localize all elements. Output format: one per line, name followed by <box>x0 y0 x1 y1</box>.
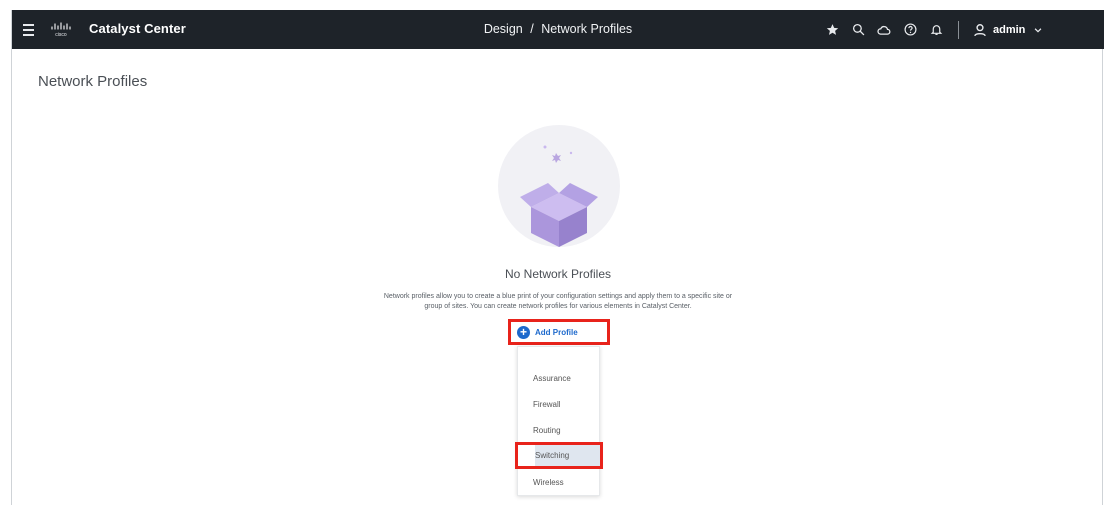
header-divider <box>958 20 959 39</box>
plus-icon: + <box>517 325 530 339</box>
chevron-down-icon <box>1035 27 1042 33</box>
user-name: admin <box>993 23 1026 36</box>
menu-item-switching[interactable]: Switching <box>515 442 603 469</box>
top-navigation-bar: cisco Catalyst Center Design / Network P… <box>12 10 1104 49</box>
menu-item-routing[interactable]: Routing <box>518 423 601 439</box>
menu-item-assurance[interactable]: Assurance <box>518 371 601 387</box>
breadcrumb-separator: / <box>530 22 534 36</box>
add-profile-label: Add Profile <box>535 327 578 337</box>
page-title: Network Profiles <box>38 73 148 90</box>
empty-box-illustration <box>498 125 620 247</box>
star-icon[interactable] <box>824 22 840 38</box>
user-menu[interactable]: admin <box>973 23 1043 37</box>
search-icon[interactable] <box>850 22 866 38</box>
header-actions: admin <box>824 10 1043 49</box>
help-icon[interactable] <box>902 22 918 38</box>
empty-state-description-line1: Network profiles allow you to create a b… <box>383 293 733 300</box>
menu-item-firewall[interactable]: Firewall <box>518 397 601 413</box>
breadcrumb-design[interactable]: Design <box>484 22 523 36</box>
profile-type-menu: Assurance Firewall Routing Switching Wir… <box>515 346 603 496</box>
breadcrumb-current: Network Profiles <box>541 22 633 36</box>
empty-state-description-line2: group of sites. You can create network p… <box>424 303 692 310</box>
empty-state-title: No Network Profiles <box>504 267 612 281</box>
menu-item-wireless[interactable]: Wireless <box>518 475 601 491</box>
menu-item-switching-label: Switching <box>535 445 600 466</box>
bell-icon[interactable] <box>928 22 944 38</box>
add-profile-button[interactable]: + Add Profile <box>508 319 610 345</box>
user-icon <box>974 23 986 36</box>
cloud-icon[interactable] <box>876 22 892 38</box>
app-frame: cisco Catalyst Center Design / Network P… <box>11 10 1104 505</box>
empty-state-description: Network profiles allow you to create a b… <box>288 292 828 312</box>
